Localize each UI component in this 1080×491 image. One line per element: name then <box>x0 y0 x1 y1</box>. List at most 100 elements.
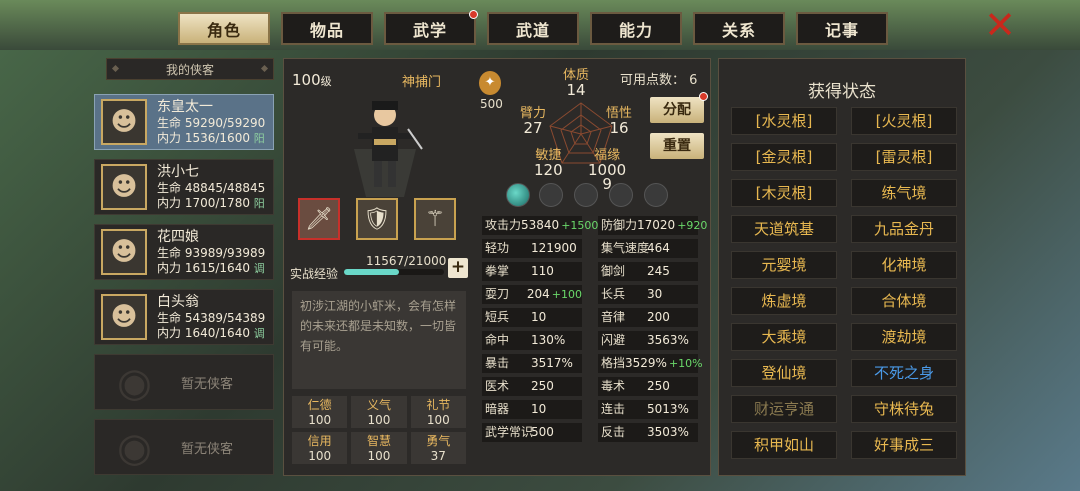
medal-icon: ✦ <box>479 71 501 95</box>
tab-wudao[interactable]: 武道 <box>487 12 579 45</box>
stat-row: 毒术 250 <box>598 377 698 396</box>
stat-value: 130% <box>531 333 566 347</box>
virtues-grid: 仁德 100 义气 100 礼节 100 信用 100 智慧 100 勇气 37 <box>292 396 466 464</box>
silhouette-icon: ◉ <box>117 360 152 406</box>
tab-martial[interactable]: 武学 <box>384 10 478 45</box>
status-title: 获得状态 <box>808 82 876 102</box>
gem-slot[interactable] <box>574 183 598 207</box>
reset-button[interactable]: 重置 <box>650 133 704 159</box>
status-item[interactable]: 不死之身 <box>851 359 957 387</box>
medal-value: 500 <box>480 97 503 111</box>
stat-row: 武学常识 500 <box>482 423 582 442</box>
status-item[interactable]: [火灵根] <box>851 107 957 135</box>
virtue-cell: 信用 100 <box>292 432 348 464</box>
armor-icon: 🛡 <box>363 206 391 232</box>
hero-card[interactable]: ☻ 花四娘 生命 93989/93989 内力 1615/1640 调 <box>94 224 274 280</box>
status-item[interactable]: 积甲如山 <box>731 431 837 459</box>
status-item[interactable]: 九品金丹 <box>851 215 957 243</box>
status-item[interactable]: 合体境 <box>851 287 957 315</box>
status-item[interactable]: 天道筑基 <box>731 215 837 243</box>
weapon-slot[interactable]: 🗡 <box>298 198 340 240</box>
gem-slot[interactable] <box>539 183 563 207</box>
status-item[interactable]: [金灵根] <box>731 143 837 171</box>
stat-label: 御剑 <box>601 264 626 278</box>
stat-value: 3563% <box>647 333 689 347</box>
stat-label: 连击 <box>601 402 626 416</box>
armor-slot[interactable]: 🛡 <box>356 198 398 240</box>
status-item[interactable]: 大乘境 <box>731 323 837 351</box>
stat-minjie: 敏捷 120 <box>534 148 563 179</box>
character-sprite <box>354 101 423 197</box>
gem-slot[interactable] <box>506 183 530 207</box>
staff-icon: ⚚ <box>425 206 445 232</box>
status-item[interactable]: 好事成三 <box>851 431 957 459</box>
hero-card[interactable]: ☻ 洪小七 生命 48845/48845 内力 1700/1780 阳 <box>94 159 274 215</box>
available-points: 可用点数： 6 <box>620 73 698 88</box>
stat-value: 121900 <box>531 241 577 255</box>
exp-fill <box>344 269 399 275</box>
stats-grid: 攻击力 53840 +1500 防御力 17020 +920 轻功 121900 集气速度 464… <box>482 216 707 442</box>
notification-dot <box>469 10 478 19</box>
stat-label: 长兵 <box>601 287 626 301</box>
tab-items[interactable]: 物品 <box>281 12 373 45</box>
status-item[interactable]: 渡劫境 <box>851 323 957 351</box>
avatar: ☻ <box>101 99 147 145</box>
assign-button[interactable]: 分配 <box>650 92 708 123</box>
silhouette-icon: ◉ <box>117 425 152 471</box>
status-item[interactable]: 练气境 <box>851 179 957 207</box>
status-item[interactable]: [木灵根] <box>731 179 837 207</box>
tab-bar: 角色 物品 武学 武道 能力 关系 记事 <box>178 10 888 46</box>
stat-label: 医术 <box>485 379 510 393</box>
empty-hero-slot[interactable]: ◉ 暂无侠客 <box>94 419 274 475</box>
stat-label: 暴击 <box>485 356 510 370</box>
tab-character[interactable]: 角色 <box>178 12 270 45</box>
add-exp-button[interactable]: + <box>448 258 468 278</box>
gem-slot[interactable] <box>644 183 668 207</box>
stat-row: 轻功 121900 <box>482 239 582 258</box>
stat-label: 命中 <box>485 333 510 347</box>
stat-value: 10 <box>531 310 547 324</box>
tab-journal[interactable]: 记事 <box>796 12 888 45</box>
stat-row: 集气速度 464 <box>598 239 698 258</box>
gem-slot[interactable] <box>609 183 633 207</box>
stat-label: 毒术 <box>601 379 626 393</box>
exp-value: 11567/21000 <box>366 254 447 268</box>
stat-bonus: +100 <box>551 288 582 301</box>
tab-relations[interactable]: 关系 <box>693 12 785 45</box>
stat-value: 3529% <box>625 356 667 370</box>
stat-label: 攻击力 <box>485 218 522 232</box>
stat-label: 武学常识 <box>485 425 534 439</box>
empty-hero-slot[interactable]: ◉ 暂无侠客 <box>94 354 274 410</box>
stat-row: 命中 130% <box>482 331 582 350</box>
stat-label: 短兵 <box>485 310 510 324</box>
stat-value: 10 <box>531 402 547 416</box>
status-item[interactable]: 守株待兔 <box>851 395 957 423</box>
hero-card[interactable]: ☻ 东皇太一 生命 59290/59290 内力 1536/1600 阳 <box>94 94 274 150</box>
stat-value: 3517% <box>531 356 573 370</box>
tab-ability[interactable]: 能力 <box>590 12 682 45</box>
status-item[interactable]: [雷灵根] <box>851 143 957 171</box>
stat-row: 防御力 17020 +920 <box>598 216 707 235</box>
status-item[interactable]: 化神境 <box>851 251 957 279</box>
stat-row: 医术 250 <box>482 377 582 396</box>
stat-value: 53840 <box>521 218 560 232</box>
stat-row: 拳掌 110 <box>482 262 582 281</box>
status-item[interactable]: 元婴境 <box>731 251 837 279</box>
sect-label: 神捕门 <box>402 75 442 90</box>
status-item[interactable]: 财运亨通 <box>731 395 837 423</box>
status-item[interactable]: 登仙境 <box>731 359 837 387</box>
hero-list-header: 我的侠客 <box>106 58 274 80</box>
avatar: ☻ <box>101 164 147 210</box>
exp-label: 实战经验 <box>290 267 339 281</box>
close-icon[interactable]: ✕ <box>983 6 1017 44</box>
accessory-slot[interactable]: ⚚ <box>414 198 456 240</box>
status-item[interactable]: [水灵根] <box>731 107 837 135</box>
hero-card[interactable]: ☻ 白头翁 生命 54389/54389 内力 1640/1640 调 <box>94 289 274 345</box>
notification-dot <box>699 92 708 101</box>
stat-row: 反击 3503% <box>598 423 698 442</box>
stat-value: 500 <box>531 425 554 439</box>
status-item[interactable]: 炼虚境 <box>731 287 837 315</box>
virtue-cell: 义气 100 <box>351 396 407 428</box>
stat-bili: 臂力 27 <box>520 106 547 137</box>
stat-bonus: +10% <box>668 357 703 370</box>
